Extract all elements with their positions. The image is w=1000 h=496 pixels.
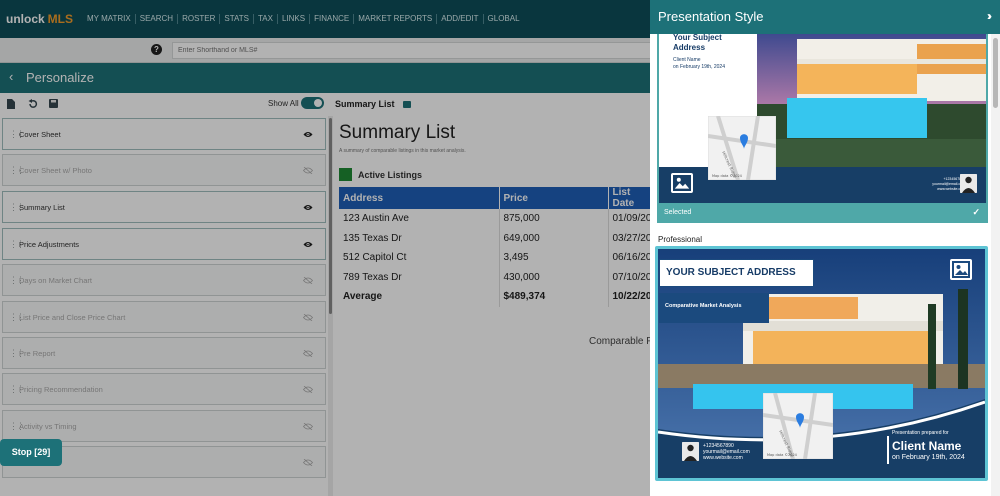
prepared-for-label: Presentation prepared for: [892, 430, 949, 436]
map-caption: Map data ©2024: [767, 453, 798, 457]
cover-client: Client Name on February 19th, 2024: [673, 57, 753, 71]
cover-date: on February 19th, 2024: [892, 454, 965, 461]
cover-client-name: Client Name: [673, 57, 701, 63]
divider: [887, 436, 889, 464]
check-icon: ✓: [972, 207, 980, 217]
map-image: Hillcrest Ridge Map data ©2024: [762, 392, 834, 460]
agent-website: www.website.com: [703, 455, 743, 461]
stop-button[interactable]: Stop [29]: [0, 439, 62, 466]
map-thumbnail: Hillcrest Ridge Map data ©2024: [762, 392, 834, 460]
collapse-icon[interactable]: ››: [987, 9, 992, 23]
house-photo: [757, 34, 986, 167]
modal-backdrop[interactable]: [0, 0, 650, 496]
cover-date: on February 19th, 2024: [673, 64, 725, 70]
cover-subtitle-box: Comparative Market Analysis: [659, 293, 769, 323]
style-card-professional[interactable]: YOUR SUBJECT ADDRESS Comparative Market …: [655, 246, 988, 481]
map-thumbnail: Hillcrest Ridge Map data ©2024: [707, 115, 777, 181]
cover-subject-address: Your Subject Address: [673, 34, 722, 52]
avatar: [960, 174, 977, 193]
cover-subject-address: YOUR SUBJECT ADDRESS: [666, 267, 796, 278]
drawer-body: Your Subject Address Client Name on Febru…: [650, 34, 990, 496]
image-placeholder-icon: [671, 173, 693, 193]
selected-label: Selected: [664, 209, 692, 216]
scrollbar-thumb[interactable]: [993, 38, 998, 108]
cover-subtitle: Comparative Market Analysis: [665, 303, 742, 309]
cover-title-box: YOUR SUBJECT ADDRESS: [659, 259, 814, 287]
app-window: unlock MLS MY MATRIX SEARCH ROSTER STATS …: [0, 0, 1000, 496]
map-caption: Map data ©2024: [712, 174, 743, 178]
drawer-scrollbar[interactable]: [991, 34, 1000, 496]
agent-contact: +1234567890 yourmail@email.com www.website…: [703, 443, 750, 461]
avatar: [682, 442, 699, 461]
style-card-selected[interactable]: Your Subject Address Client Name on Febru…: [657, 34, 988, 223]
drawer-header: Presentation Style ››: [650, 0, 1000, 34]
agent-contact: +1234567890 yourmail@email.com www.website…: [921, 177, 965, 192]
cover-client-name: Client Name: [892, 439, 962, 453]
map-image: Hillcrest Ridge Map data ©2024: [707, 115, 777, 181]
selected-bar: Selected ✓: [659, 203, 986, 221]
drawer-title: Presentation Style: [658, 9, 764, 24]
image-placeholder-icon: [950, 259, 972, 280]
presentation-style-drawer: Presentation Style ›› Your Subject Addre…: [650, 0, 1000, 496]
style-name-professional: Professional: [658, 235, 703, 244]
